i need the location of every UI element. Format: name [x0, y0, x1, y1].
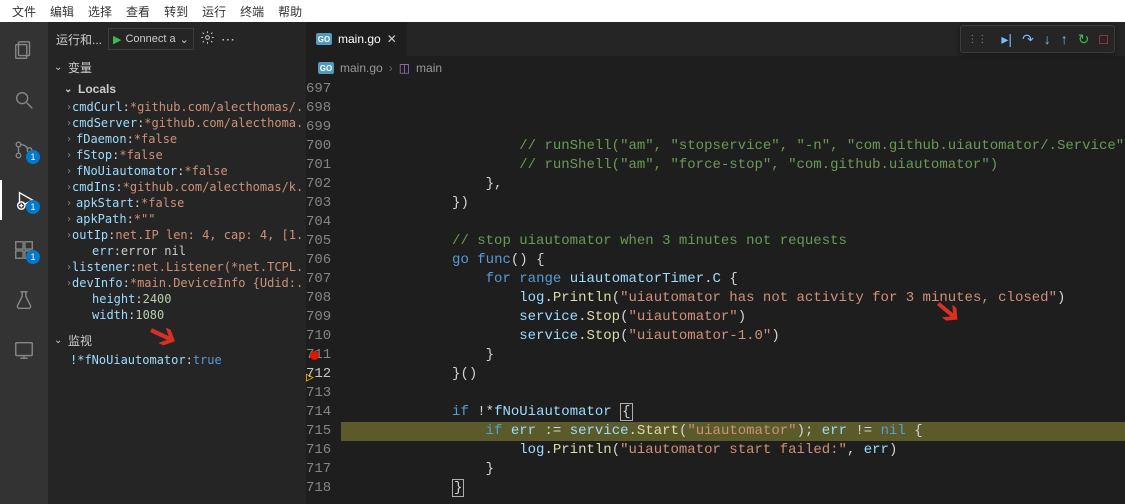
variable-row[interactable]: width: 1080: [62, 307, 306, 323]
menu-item[interactable]: 帮助: [272, 1, 308, 22]
run-debug-icon[interactable]: 1: [0, 180, 48, 220]
remote-icon[interactable]: [0, 330, 48, 370]
dropdown-icon: ⌄: [180, 33, 189, 46]
variable-row[interactable]: ›fStop: *false: [62, 147, 306, 163]
launch-config-select[interactable]: ▶ Connect a ⌄: [108, 28, 194, 50]
menu-item[interactable]: 编辑: [44, 1, 80, 22]
grip-icon[interactable]: ⋮⋮: [967, 34, 987, 45]
menu-item[interactable]: 查看: [120, 1, 156, 22]
menu-item[interactable]: 运行: [196, 1, 232, 22]
variable-row[interactable]: ›cmdServer: *github.com/alecthoma...: [62, 115, 306, 131]
chevron-right-icon: ›: [66, 198, 76, 209]
extensions-badge: 1: [26, 250, 40, 264]
chevron-right-icon: ›: [66, 134, 76, 145]
search-icon[interactable]: [0, 80, 48, 120]
variables-list: ›cmdCurl: *github.com/alecthomas/...›cmd…: [48, 99, 306, 323]
code-content[interactable]: ➔ // runShell("am", "stopservice", "-n",…: [341, 80, 1125, 504]
variable-row[interactable]: err: error nil: [62, 243, 306, 259]
activity-bar: 1 1 1: [0, 22, 48, 504]
chevron-right-icon: ›: [66, 150, 76, 161]
variable-row[interactable]: ›cmdCurl: *github.com/alecthomas/...: [62, 99, 306, 115]
continue-button[interactable]: ▸|: [1001, 31, 1012, 48]
go-file-icon: GO: [318, 62, 334, 74]
variable-row[interactable]: ›cmdIns: *github.com/alecthomas/k...: [62, 179, 306, 195]
extensions-icon[interactable]: 1: [0, 230, 48, 270]
breadcrumb[interactable]: GO main.go › ◫ main: [306, 56, 1125, 80]
more-icon[interactable]: ⋯: [221, 31, 235, 48]
variable-row[interactable]: ›listener: net.Listener(*net.TCPL...: [62, 259, 306, 275]
tab-filename: main.go: [338, 32, 381, 46]
debug-toolbar: ⋮⋮ ▸| ↷ ↓ ↑ ↻ □: [960, 25, 1115, 53]
menu-item[interactable]: 文件: [6, 1, 42, 22]
step-over-button[interactable]: ↷: [1022, 31, 1034, 48]
variable-row[interactable]: ›fDaemon: *false: [62, 131, 306, 147]
watch-section[interactable]: ⌄ 监视: [48, 329, 306, 352]
menu-item[interactable]: 终端: [234, 1, 270, 22]
chevron-down-icon: ⌄: [54, 335, 64, 346]
explorer-icon[interactable]: [0, 30, 48, 70]
stop-button[interactable]: □: [1100, 31, 1108, 47]
symbol-icon: ◫: [399, 61, 410, 75]
gear-icon[interactable]: [200, 30, 215, 48]
variables-section[interactable]: ⌄ 变量: [48, 56, 306, 79]
debug-badge: 1: [26, 200, 40, 214]
step-into-button[interactable]: ↓: [1044, 31, 1051, 47]
variable-row[interactable]: ›devInfo: *main.DeviceInfo {Udid:...: [62, 275, 306, 291]
restart-button[interactable]: ↻: [1078, 31, 1090, 48]
chevron-right-icon: ›: [66, 214, 76, 225]
menu-item[interactable]: 选择: [82, 1, 118, 22]
source-control-icon[interactable]: 1: [0, 130, 48, 170]
step-out-button[interactable]: ↑: [1061, 31, 1068, 47]
variable-row[interactable]: height: 2400: [62, 291, 306, 307]
line-gutter[interactable]: 6976986997007017027037047057067077087097…: [306, 80, 341, 504]
menu-item[interactable]: 转到: [158, 1, 194, 22]
chevron-right-icon: ›: [389, 61, 393, 75]
go-file-icon: GO: [316, 33, 332, 45]
chevron-down-icon: ⌄: [64, 84, 74, 95]
play-icon: ▶: [113, 33, 121, 46]
variable-row[interactable]: ›apkPath: *"": [62, 211, 306, 227]
locals-section[interactable]: ⌄ Locals: [48, 79, 306, 99]
menubar: 文件编辑选择查看转到运行终端帮助: [0, 0, 1125, 22]
launch-config-label: Connect a: [125, 33, 175, 45]
variable-row[interactable]: ›apkStart: *false: [62, 195, 306, 211]
variable-row[interactable]: ›fNoUiautomator: *false: [62, 163, 306, 179]
editor-tab[interactable]: GO main.go ✕: [306, 22, 408, 56]
debug-sidebar: 运行和... ▶ Connect a ⌄ ⋯ ⌄ 变量 ⌄ Locals ›cm…: [48, 22, 306, 504]
variable-row[interactable]: ›outIp: net.IP len: 4, cap: 4, [1...: [62, 227, 306, 243]
editor-area: GO main.go ✕ ⋮⋮ ▸| ↷ ↓ ↑ ↻ □ GO main.go …: [306, 22, 1125, 504]
close-icon[interactable]: ✕: [387, 32, 397, 46]
chevron-right-icon: ›: [66, 166, 76, 177]
scm-badge: 1: [26, 150, 40, 164]
breakpoint-marker[interactable]: [310, 351, 319, 360]
chevron-down-icon: ⌄: [54, 62, 64, 73]
testing-icon[interactable]: [0, 280, 48, 320]
watch-item[interactable]: !*fNoUiautomator: true: [66, 352, 306, 368]
sidebar-title: 运行和...: [56, 31, 102, 48]
